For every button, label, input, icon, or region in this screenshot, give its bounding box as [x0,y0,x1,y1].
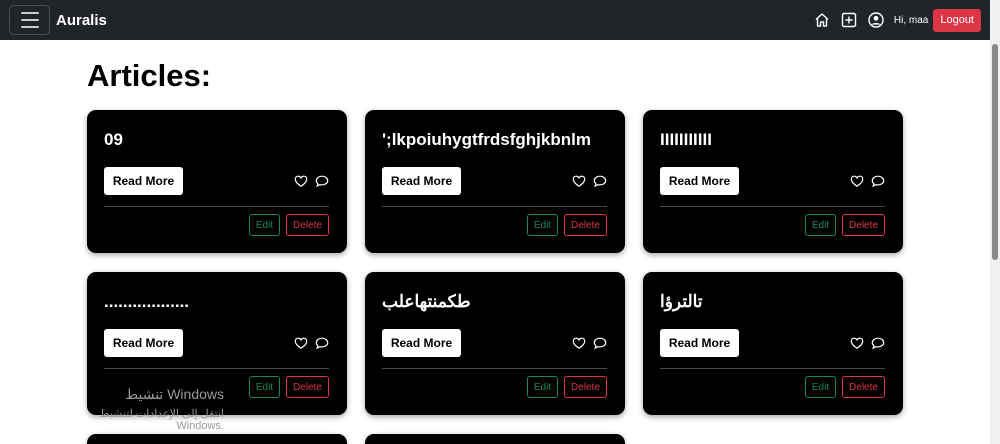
article-card: IIIIIIIIIII Read More Edit Delete [643,110,903,253]
article-title: تالترؤا [660,292,703,311]
delete-button[interactable]: Delete [564,376,607,398]
scrollbar[interactable] [990,0,1000,444]
article-card-partial [87,434,347,444]
heart-icon[interactable] [294,174,308,188]
card-divider [382,206,607,207]
page-title: Articles: [87,58,212,93]
plus-square-icon[interactable] [840,11,858,29]
article-card-partial [365,434,625,444]
edit-button[interactable]: Edit [249,214,280,236]
comment-icon[interactable] [871,336,885,350]
heart-icon[interactable] [850,174,864,188]
scrollbar-thumb[interactable] [992,44,998,260]
article-title: ';lkpoiuhygtfrdsfghjkbnlm [382,130,591,149]
article-card: تالترؤا Read More Edit Delete [643,272,903,415]
delete-button[interactable]: Delete [286,376,329,398]
greeting-text: Hi, maa [893,14,929,26]
delete-button[interactable]: Delete [842,214,885,236]
home-icon[interactable] [813,11,831,29]
article-card: ';lkpoiuhygtfrdsfghjkbnlm Read More Edit… [365,110,625,253]
comment-icon[interactable] [871,174,885,188]
menu-toggle-button[interactable] [9,5,50,35]
edit-button[interactable]: Edit [805,376,836,398]
card-divider [104,368,329,369]
heart-icon[interactable] [294,336,308,350]
read-more-button[interactable]: Read More [660,329,739,357]
delete-button[interactable]: Delete [564,214,607,236]
brand-link[interactable]: Auralis [56,12,107,29]
watermark-title: تنشيط Windows [125,386,224,402]
card-divider [660,206,885,207]
delete-button[interactable]: Delete [842,376,885,398]
article-title: طكمنتهاعلب [382,292,471,311]
nav-right: Hi, maa Logout [804,8,981,32]
heart-icon[interactable] [850,336,864,350]
watermark-subtitle: انتقل إلى الإعدادات لتنشيط Windows. [99,408,224,432]
delete-button[interactable]: Delete [286,214,329,236]
comment-icon[interactable] [315,336,329,350]
article-title: .................. [104,292,190,311]
read-more-button[interactable]: Read More [382,167,461,195]
edit-button[interactable]: Edit [249,376,280,398]
comment-icon[interactable] [593,336,607,350]
edit-button[interactable]: Edit [527,214,558,236]
edit-button[interactable]: Edit [527,376,558,398]
comment-icon[interactable] [593,174,607,188]
article-title: 09 [104,130,123,149]
read-more-button[interactable]: Read More [104,329,183,357]
article-title: IIIIIIIIIII [660,130,712,149]
read-more-button[interactable]: Read More [382,329,461,357]
card-divider [104,206,329,207]
user-circle-icon[interactable] [867,11,885,29]
card-divider [382,368,607,369]
card-divider [660,368,885,369]
heart-icon[interactable] [572,336,586,350]
read-more-button[interactable]: Read More [104,167,183,195]
heart-icon[interactable] [572,174,586,188]
edit-button[interactable]: Edit [805,214,836,236]
windows-activation-watermark: تنشيط Windows انتقل إلى الإعدادات لتنشيط… [50,386,224,432]
hamburger-icon [20,12,39,14]
article-card: 09 Read More Edit Delete [87,110,347,253]
navbar: Auralis Hi, maa Logout [0,0,990,40]
comment-icon[interactable] [315,174,329,188]
read-more-button[interactable]: Read More [660,167,739,195]
article-card: طكمنتهاعلب Read More Edit Delete [365,272,625,415]
logout-button[interactable]: Logout [933,8,981,32]
